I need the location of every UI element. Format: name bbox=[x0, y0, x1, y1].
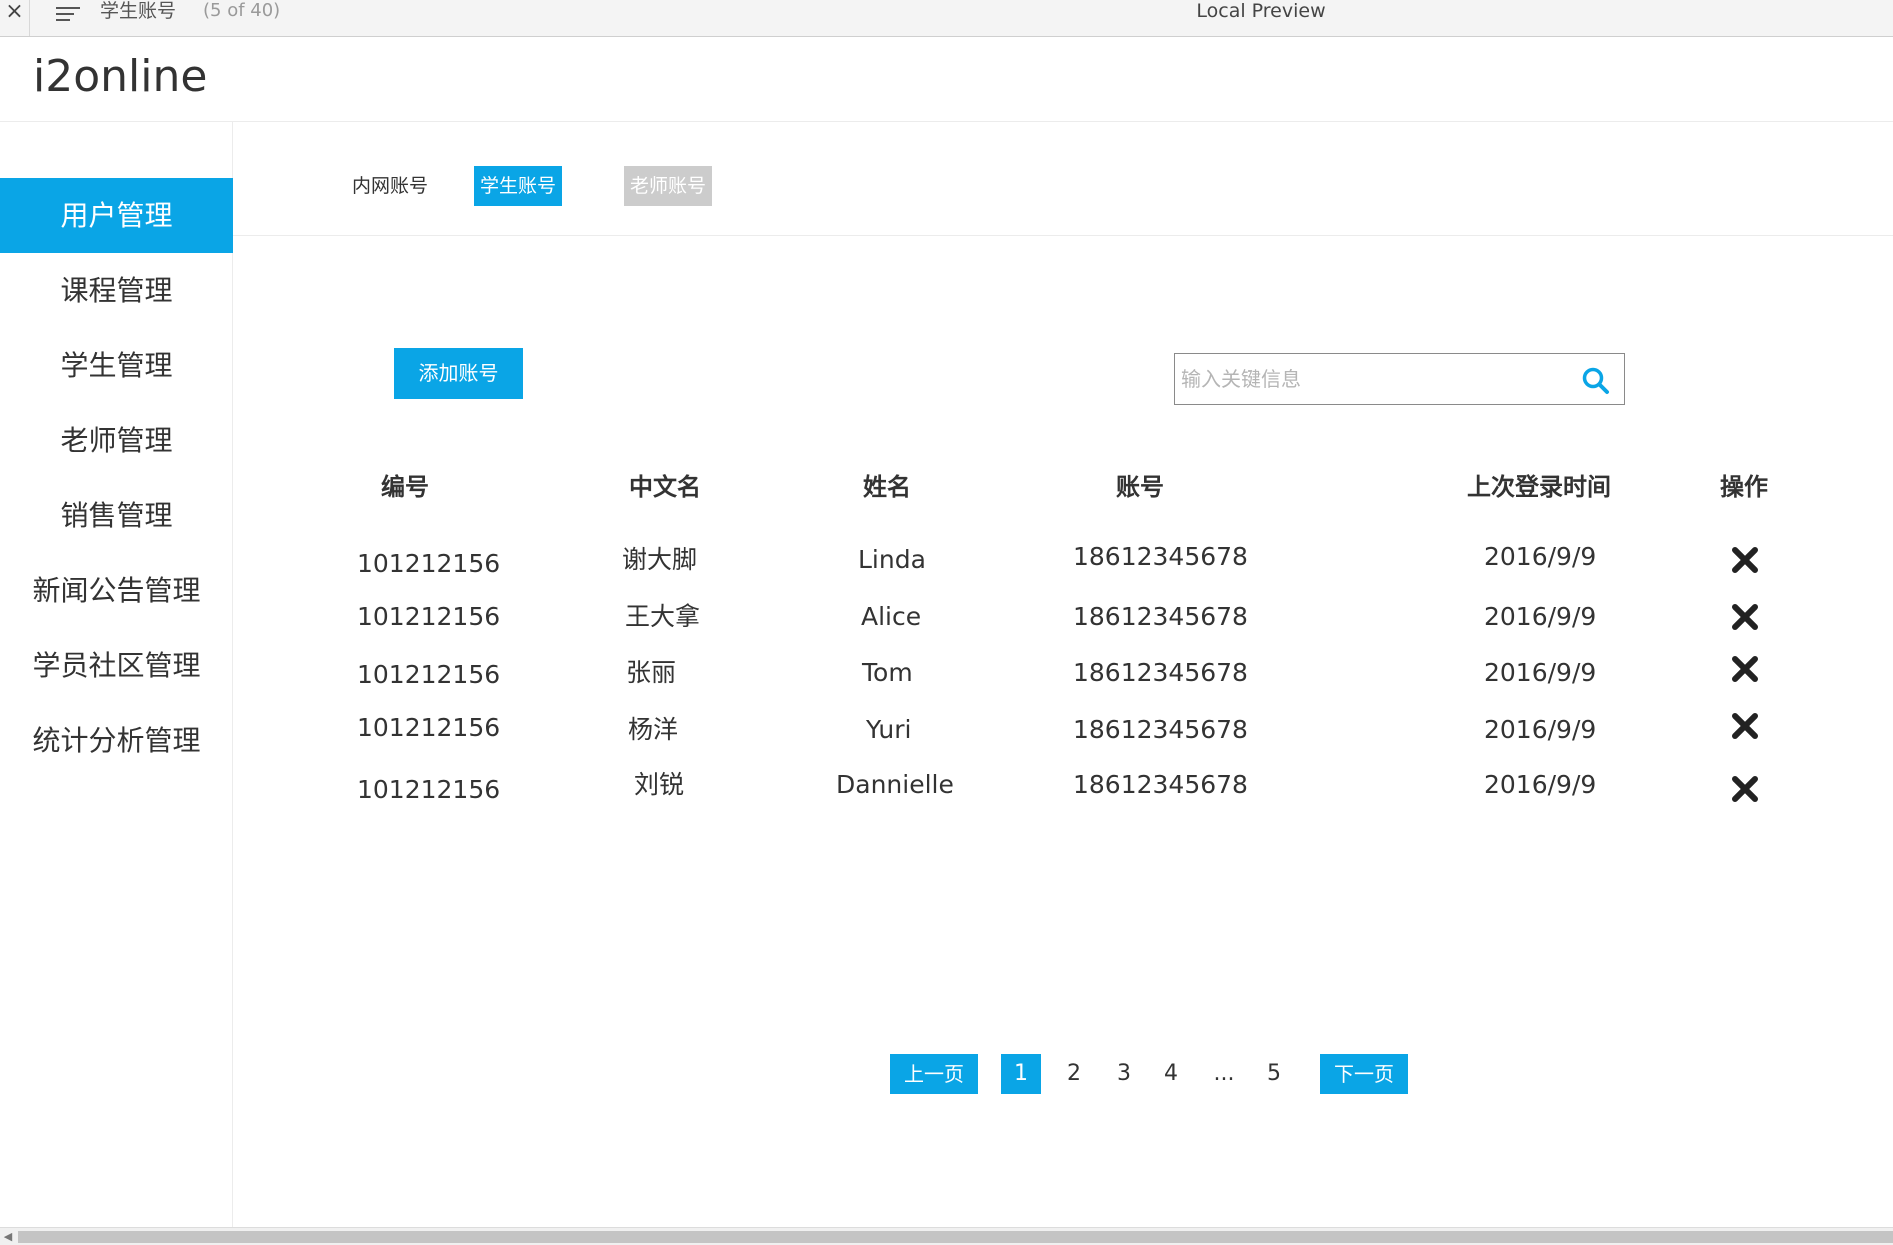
sidebar: 用户管理 课程管理 学生管理 老师管理 销售管理 新闻公告管理 学员社区管理 统… bbox=[0, 122, 233, 1227]
scrollbar-thumb[interactable] bbox=[18, 1231, 1893, 1243]
page-5[interactable]: 5 bbox=[1261, 1054, 1287, 1094]
sidebar-item-course-management[interactable]: 课程管理 bbox=[0, 253, 233, 328]
document-title: 学生账号 bbox=[100, 0, 177, 22]
column-header-actions: 操作 bbox=[1720, 473, 1768, 501]
search-input[interactable] bbox=[1175, 354, 1570, 404]
search-icon[interactable] bbox=[1581, 366, 1611, 396]
cell-last-login: 2016/9/9 bbox=[1484, 770, 1597, 799]
account-type-tabs: 内网账号 学生账号 老师账号 bbox=[233, 122, 1893, 236]
cell-account: 18612345678 bbox=[1073, 770, 1248, 799]
cell-last-login: 2016/9/9 bbox=[1484, 602, 1597, 631]
preview-titlebar: × 学生账号 (5 of 40) Local Preview bbox=[0, 0, 1893, 37]
delete-icon[interactable] bbox=[1731, 655, 1759, 683]
cell-chinese-name: 刘锐 bbox=[634, 770, 685, 799]
prev-page-button[interactable]: 上一页 bbox=[890, 1054, 978, 1094]
page-2[interactable]: 2 bbox=[1061, 1054, 1087, 1094]
search-box bbox=[1174, 353, 1625, 405]
sidebar-item-sales-management[interactable]: 销售管理 bbox=[0, 478, 233, 553]
app-header: i2online bbox=[0, 37, 1893, 122]
menu-icon[interactable] bbox=[56, 3, 80, 23]
close-icon[interactable]: × bbox=[0, 0, 30, 36]
cell-chinese-name: 杨洋 bbox=[628, 715, 679, 744]
column-header-account: 账号 bbox=[1116, 473, 1164, 501]
sidebar-item-teacher-management[interactable]: 老师管理 bbox=[0, 403, 233, 478]
horizontal-scrollbar[interactable]: ◀ bbox=[0, 1227, 1893, 1245]
cell-id: 101212156 bbox=[357, 713, 501, 742]
cell-chinese-name: 王大拿 bbox=[625, 602, 701, 631]
tab-intranet-accounts[interactable]: 内网账号 bbox=[345, 166, 435, 206]
column-header-chinese-name: 中文名 bbox=[629, 473, 701, 501]
sidebar-item-community-management[interactable]: 学员社区管理 bbox=[0, 628, 233, 703]
cell-name: Yuri bbox=[866, 715, 912, 744]
column-header-id: 编号 bbox=[381, 473, 429, 501]
cell-account: 18612345678 bbox=[1073, 658, 1248, 687]
cell-id: 101212156 bbox=[357, 775, 501, 804]
cell-last-login: 2016/9/9 bbox=[1484, 715, 1597, 744]
cell-name: Linda bbox=[858, 545, 926, 574]
column-header-name: 姓名 bbox=[863, 473, 911, 501]
cell-account: 18612345678 bbox=[1073, 542, 1248, 571]
cell-last-login: 2016/9/9 bbox=[1484, 542, 1597, 571]
cell-id: 101212156 bbox=[357, 602, 501, 631]
scroll-left-icon[interactable]: ◀ bbox=[0, 1228, 16, 1245]
delete-icon[interactable] bbox=[1731, 712, 1759, 740]
cell-chinese-name: 谢大脚 bbox=[622, 545, 698, 574]
cell-account: 18612345678 bbox=[1073, 715, 1248, 744]
tab-student-accounts[interactable]: 学生账号 bbox=[474, 166, 562, 206]
add-account-button[interactable]: 添加账号 bbox=[394, 348, 523, 399]
next-page-button[interactable]: 下一页 bbox=[1320, 1054, 1408, 1094]
page-1[interactable]: 1 bbox=[1001, 1054, 1041, 1094]
cell-last-login: 2016/9/9 bbox=[1484, 658, 1597, 687]
sidebar-item-student-management[interactable]: 学生管理 bbox=[0, 328, 233, 403]
column-header-last-login: 上次登录时间 bbox=[1467, 473, 1611, 501]
tab-teacher-accounts[interactable]: 老师账号 bbox=[624, 166, 712, 206]
sidebar-item-analytics-management[interactable]: 统计分析管理 bbox=[0, 703, 233, 778]
page-3[interactable]: 3 bbox=[1111, 1054, 1137, 1094]
cell-name: Dannielle bbox=[836, 770, 954, 799]
app-logo[interactable]: i2online bbox=[33, 51, 207, 103]
cell-name: Alice bbox=[861, 602, 922, 631]
window-title: Local Preview bbox=[1196, 0, 1326, 22]
page-ellipsis: ... bbox=[1213, 1061, 1235, 1086]
delete-icon[interactable] bbox=[1731, 546, 1759, 574]
delete-icon[interactable] bbox=[1731, 775, 1759, 803]
document-count: (5 of 40) bbox=[203, 0, 281, 21]
cell-id: 101212156 bbox=[357, 660, 501, 689]
page-4[interactable]: 4 bbox=[1158, 1054, 1184, 1094]
cell-account: 18612345678 bbox=[1073, 602, 1248, 631]
cell-id: 101212156 bbox=[357, 549, 501, 578]
cell-name: Tom bbox=[862, 658, 913, 687]
sidebar-item-user-management[interactable]: 用户管理 bbox=[0, 178, 233, 253]
delete-icon[interactable] bbox=[1731, 603, 1759, 631]
sidebar-item-news-management[interactable]: 新闻公告管理 bbox=[0, 553, 233, 628]
cell-chinese-name: 张丽 bbox=[626, 658, 677, 687]
